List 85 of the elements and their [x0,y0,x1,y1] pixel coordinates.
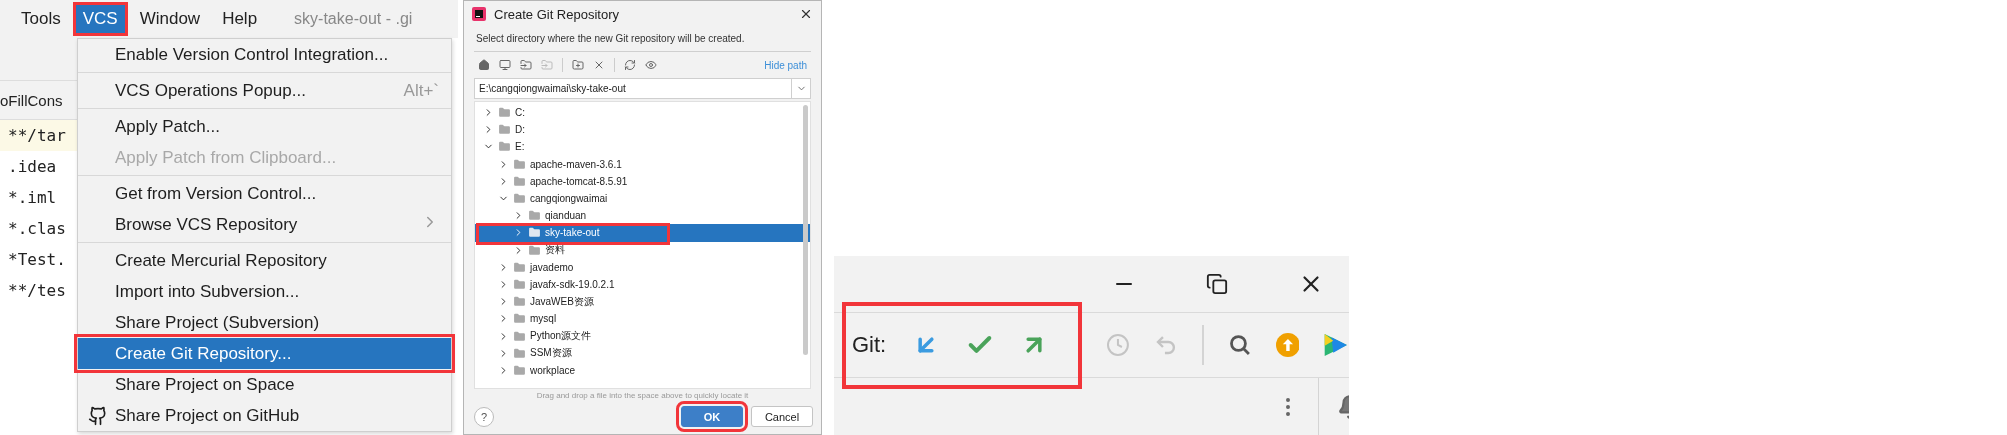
folder-icon [528,226,541,240]
window-title: sky-take-out - .gi [294,10,413,28]
folder-name: apache-maven-3.6.1 [530,158,622,170]
dialog-title: Create Git Repository [494,6,619,22]
restore-icon[interactable] [1206,273,1228,295]
tree-item[interactable]: Python源文件 [475,327,810,345]
menu-item[interactable]: Browse VCS Repository [78,209,451,240]
app-icon [472,7,486,21]
path-field[interactable]: E:\cangqiongwaimai\sky-take-out [474,78,791,99]
tree-item[interactable]: JavaWEB资源 [475,293,810,311]
folder-icon [513,346,526,360]
folder-name: JavaWEB资源 [530,294,594,309]
refresh-icon[interactable] [624,59,636,71]
folder-name: apache-tomcat-8.5.91 [530,175,628,187]
folder-icon [513,157,526,171]
menu-title[interactable]: VCS [75,5,125,33]
github-icon [88,405,108,426]
tree-item[interactable]: apache-tomcat-8.5.91 [475,172,810,190]
menu-item[interactable]: Share Project on GitHub [78,400,451,431]
tree-item[interactable]: D: [475,121,810,139]
home-icon[interactable] [478,59,490,71]
monitor-icon[interactable] [499,59,511,71]
folder-name: workplace [530,364,576,376]
editor-tab[interactable]: oFillCons [0,81,77,120]
tree-item[interactable]: 资料 [475,241,810,259]
folder-icon [513,174,526,188]
folder-icon [513,277,526,291]
folder-icon [498,106,511,120]
menu-item[interactable]: Get from Version Control... [78,178,451,209]
shortcut-text: Alt+` [403,80,439,101]
menu-item[interactable]: Share Project (Subversion) [78,307,451,338]
menu-title[interactable]: Window [132,5,208,33]
folder-name: qianduan [545,210,587,222]
tree-item[interactable]: mysql [475,310,810,328]
tree-item[interactable]: javafx-sdk-19.0.2.1 [475,275,810,294]
folder-name: 资料 [545,243,565,258]
upload-icon[interactable] [1275,331,1300,359]
tree-item[interactable]: cangqiongwaimai [475,189,810,208]
folder-icon [498,140,511,154]
folder-icon [513,329,526,343]
menu-title[interactable]: Tools [14,5,68,33]
folder-icon[interactable] [520,59,532,71]
folder-name: mysql [530,313,557,325]
delete-icon[interactable] [593,59,605,71]
menu-title[interactable]: Help [215,5,265,33]
folder-name: sky-take-out [545,227,600,239]
scrollbar[interactable] [803,105,808,355]
folder-name: SSM资源 [530,346,572,361]
folder-name: javademo [530,261,574,273]
menu-item[interactable]: Enable Version Control Integration... [78,39,451,70]
folder-icon [513,260,526,274]
close-button[interactable] [799,7,813,21]
menu-item[interactable]: Share Project on Space [78,369,451,400]
dialog-description: Select directory where the new Git repository will be created. [474,27,811,52]
folder-name: javafx-sdk-19.0.2.1 [530,278,615,290]
menu-item[interactable]: Import into Subversion... [78,276,451,307]
eye-icon[interactable] [645,59,657,71]
tree-item[interactable]: SSM资源 [475,344,810,362]
folder-icon [528,243,541,257]
tree-item[interactable]: E: [475,138,810,156]
tree-item[interactable]: apache-maven-3.6.1 [475,155,810,173]
hint-text: Drag and drop a file into the space above to quickly locate it [535,390,750,402]
folder-name: cangqiongwaimai [530,193,608,205]
folder-icon [513,363,526,377]
new-folder-icon[interactable] [572,59,584,71]
folder-name: D: [515,124,525,136]
folder-name: C: [515,107,525,119]
folder-name: Python源文件 [530,329,592,344]
folder-icon [513,312,526,326]
tree-item[interactable]: workplace [475,361,810,379]
tree-item[interactable]: javademo [475,258,810,276]
tree-item[interactable]: qianduan [475,207,810,225]
folder-icon [528,209,541,223]
folder-icon [498,123,511,137]
help-button[interactable]: ? [474,406,494,427]
menu-item[interactable]: VCS Operations Popup... Alt+` [78,75,451,106]
menu-item[interactable]: Create Mercurial Repository [78,245,451,276]
folder-name: E: [515,141,525,153]
tree-item[interactable]: C: [475,104,810,122]
cancel-button[interactable]: Cancel [751,406,813,427]
git-label: Git: [852,332,887,358]
menu-item[interactable]: Apply Patch... [78,111,451,142]
folder-icon [513,192,526,206]
folder-icon [513,295,526,309]
tree-item[interactable]: sky-take-out [475,224,810,242]
